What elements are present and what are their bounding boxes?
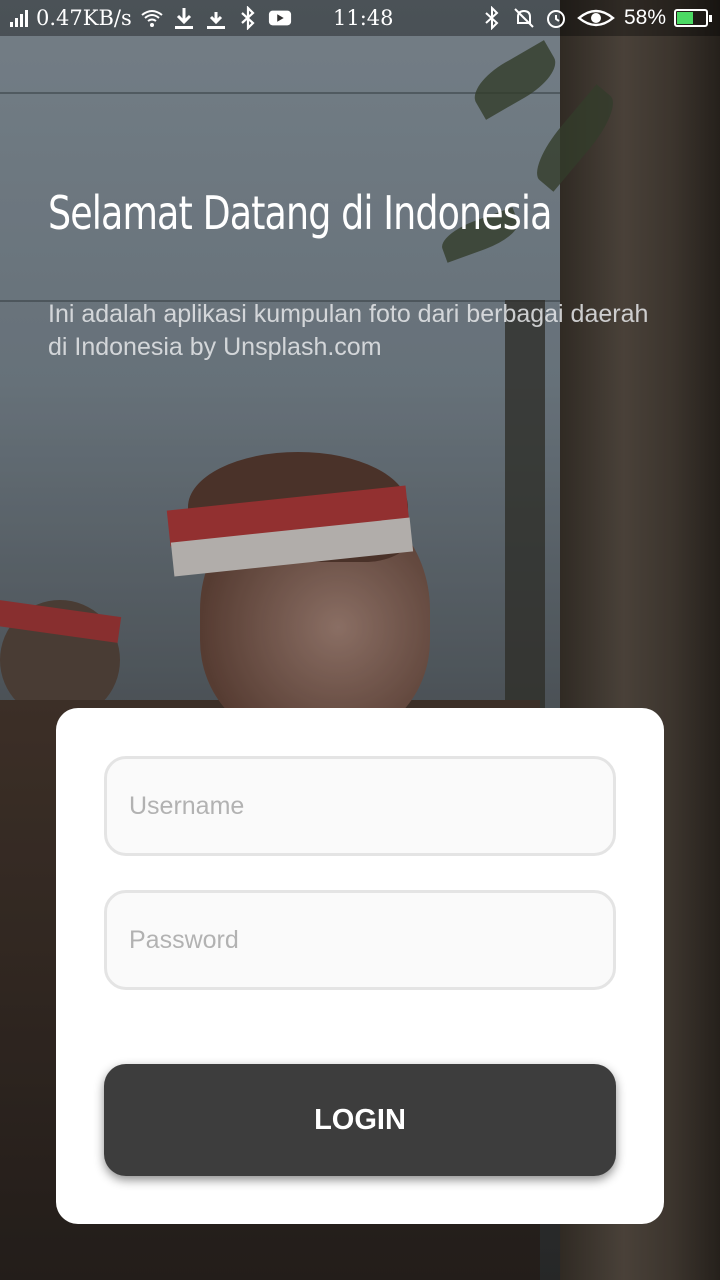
bluetooth-icon — [236, 6, 260, 30]
welcome-title: Selamat Datang di Indonesia — [48, 186, 552, 240]
username-input[interactable] — [107, 759, 613, 853]
alarm-icon — [544, 6, 568, 30]
login-screen: 0.47KB/s 11:48 58% Selamat Datang di Ind… — [0, 0, 720, 1280]
eye-icon — [576, 6, 616, 30]
clock: 11:48 — [333, 6, 394, 30]
battery-percent: 58% — [623, 6, 666, 29]
status-bar: 0.47KB/s 11:48 58% — [0, 0, 720, 36]
bluetooth-icon — [480, 6, 504, 30]
login-card: LOGIN — [56, 708, 664, 1224]
welcome-subtitle: Ini adalah aplikasi kumpulan foto dari b… — [48, 300, 649, 361]
username-field[interactable] — [104, 756, 616, 856]
login-button[interactable]: LOGIN — [104, 1064, 616, 1176]
youtube-icon — [268, 6, 292, 30]
password-input[interactable] — [107, 893, 613, 987]
mute-icon — [512, 6, 536, 30]
password-field[interactable] — [104, 890, 616, 990]
network-speed: 0.47KB/s — [36, 6, 132, 30]
download-icon — [204, 6, 228, 30]
wifi-icon — [140, 6, 164, 30]
battery-icon — [674, 9, 712, 27]
download-icon — [172, 6, 196, 30]
signal-icon — [10, 9, 28, 27]
